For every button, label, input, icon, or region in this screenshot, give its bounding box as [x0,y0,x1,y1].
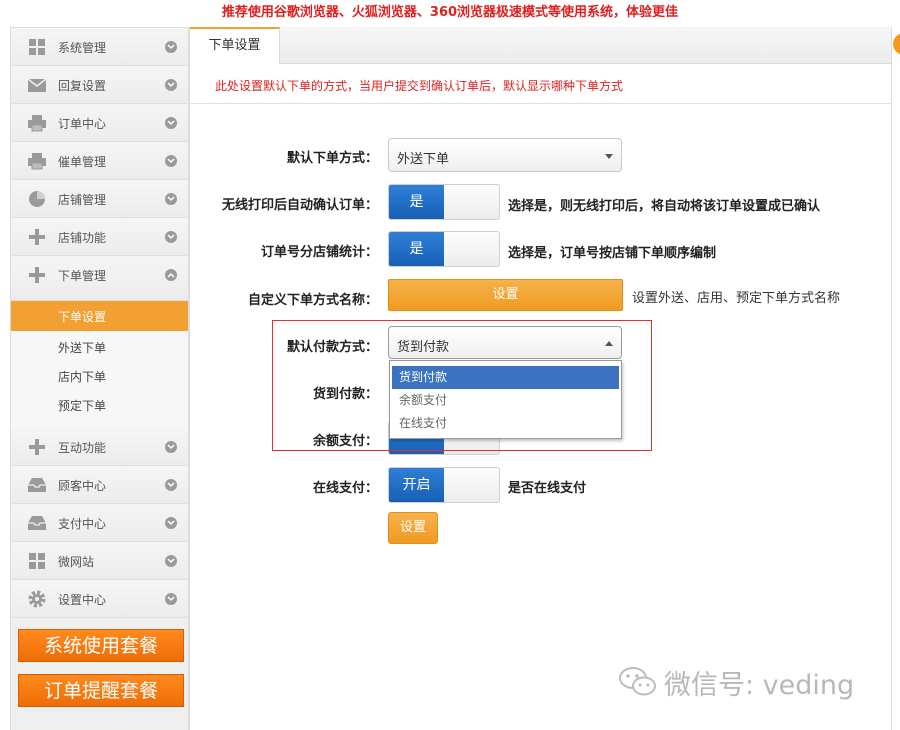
pay-option-balance[interactable]: 余额支付 [392,389,619,412]
submenu-item-label: 外送下单 [58,341,107,355]
envelope-icon [27,76,47,94]
sidebar-item-store-functions[interactable]: 店铺功能 [11,218,188,256]
sidebar-item-settings[interactable]: 设置中心 [11,580,188,618]
watermark: 微信号: veding [618,662,854,702]
toggle-on-label: 是 [389,185,444,219]
submenu-item-delivery[interactable]: 外送下单 [11,332,188,361]
inbox-icon [27,514,47,532]
sidebar-item-reply[interactable]: 回复设置 [11,66,188,104]
toggle-on-label: 是 [389,232,444,266]
plus-icon [27,438,47,456]
sidebar-item-label: 顾客中心 [58,479,107,493]
browser-notice: 推荐使用谷歌浏览器、火狐浏览器、360浏览器极速模式等使用系统，体验更佳 [221,5,679,20]
chevron-down-icon [165,555,177,567]
plus-icon [27,228,47,246]
printer-icon [27,152,47,170]
watermark-text: 微信号: veding [664,669,855,701]
sidebar-item-label: 系统管理 [58,41,107,55]
chevron-down-icon [165,593,177,605]
sidebar-item-payment[interactable]: 支付中心 [11,504,188,542]
sidebar-item-order-management[interactable]: 下单管理 [11,256,188,301]
system-package-button[interactable]: 系统使用套餐 [18,629,184,662]
submenu-item-dine-in[interactable]: 店内下单 [11,361,188,390]
chevron-down-icon [165,441,177,453]
chevron-down-icon [165,155,177,167]
save-button[interactable]: 设置 [388,512,438,544]
printer-icon [27,114,47,132]
chevron-up-icon [165,269,177,281]
chevron-down-icon [165,231,177,243]
right-edge [891,27,900,730]
settings-hint: 此处设置默认下单的方式，当用户提交到确认订单后，默认显示哪种下单方式 [215,79,624,93]
pay-option-cod[interactable]: 货到付款 [392,366,619,389]
auto-confirm-desc: 选择是，则无线打印后，将自动将该订单设置成已确认 [508,199,821,214]
plus-icon [27,266,47,284]
chevron-down-icon [165,193,177,205]
custom-name-desc: 设置外送、店用、预定下单方式名称 [632,291,841,306]
custom-name-set-button[interactable]: 设置 [388,279,623,311]
wechat-icon [619,667,656,696]
order-number-toggle[interactable]: 是 [388,231,500,267]
auto-confirm-label: 无线打印后自动确认订单： [221,198,378,213]
submenu-item-label: 下单设置 [58,310,107,324]
default-order-value: 外送下单 [397,152,450,167]
online-pay-desc: 是否在线支付 [508,481,587,496]
chevron-down-icon [165,41,177,53]
sidebar-item-reminder[interactable]: 催单管理 [11,142,188,180]
sidebar-item-label: 店铺功能 [58,231,107,245]
submenu-item-label: 预定下单 [58,399,107,413]
sidebar-item-interaction[interactable]: 互动功能 [11,428,188,466]
auto-confirm-toggle[interactable]: 是 [388,184,500,220]
chevron-down-icon [165,517,177,529]
default-order-label: 默认下单方式： [286,151,378,166]
sidebar-item-label: 订单中心 [58,117,107,131]
sidebar-item-label: 设置中心 [58,593,107,607]
tab-bar: 下单设置 [190,27,892,64]
default-order-select[interactable]: 外送下单 [388,138,622,172]
submenu-item-label: 店内下单 [58,370,107,384]
grid-icon [27,38,47,56]
tab-order-settings[interactable]: 下单设置 [190,27,280,64]
sidebar: 系统管理 回复设置 订单中心 催单管理 店铺管理 店铺功能 下单管理 下单设置 … [10,27,189,730]
main-divider [189,27,190,730]
sidebar-item-orders[interactable]: 订单中心 [11,104,188,142]
submenu-item-reserve[interactable]: 预定下单 [11,390,188,419]
order-reminder-package-button[interactable]: 订单提醒套餐 [18,674,184,707]
inbox-icon [27,476,47,494]
pie-chart-icon [27,190,47,208]
caret-down-icon [605,154,613,159]
submenu-item-order-settings[interactable]: 下单设置 [11,301,188,331]
toggle-on-label: 开启 [389,468,444,502]
sidebar-item-system[interactable]: 系统管理 [11,28,188,66]
chevron-down-icon [165,117,177,129]
sidebar-item-label: 下单管理 [58,269,107,283]
sidebar-item-label: 互动功能 [58,441,107,455]
custom-name-label: 自定义下单方式名称： [247,293,378,308]
sidebar-item-label: 催单管理 [58,155,107,169]
gear-icon [27,590,47,608]
online-pay-toggle[interactable]: 开启 [388,467,500,503]
sidebar-item-label: 微网站 [58,555,95,569]
order-number-label: 订单号分店铺统计： [260,245,378,260]
sidebar-item-label: 回复设置 [58,79,107,93]
divider [190,103,892,104]
chevron-down-icon [165,479,177,491]
pay-options-dropdown: 货到付款 余额支付 在线支付 [389,360,622,439]
sidebar-item-label: 支付中心 [58,517,107,531]
online-pay-label: 在线支付： [312,481,378,496]
sidebar-item-customers[interactable]: 顾客中心 [11,466,188,504]
sidebar-item-label: 店铺管理 [58,193,107,207]
chevron-down-icon [165,79,177,91]
order-number-desc: 选择是，订单号按店铺下单顺序编制 [508,246,717,261]
pay-option-online[interactable]: 在线支付 [392,412,619,435]
sidebar-item-microsite[interactable]: 微网站 [11,542,188,580]
grid-icon [27,552,47,570]
sidebar-item-store[interactable]: 店铺管理 [11,180,188,218]
